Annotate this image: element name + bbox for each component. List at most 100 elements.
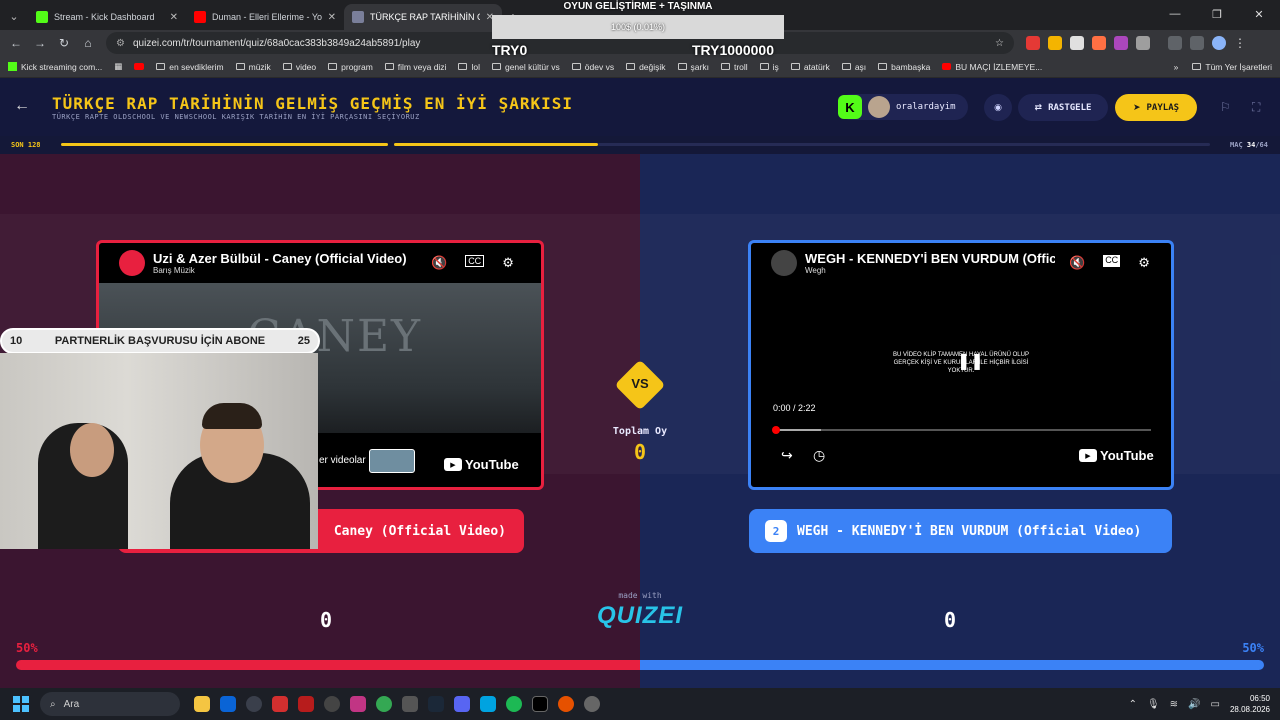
tab-quizei[interactable]: TÜRKÇE RAP TARİHİNİN GELMİ ✕	[344, 4, 502, 30]
x-icon[interactable]	[532, 696, 548, 712]
quizei-logo[interactable]: QUIZEI	[596, 602, 684, 630]
menu-kebab-icon[interactable]: ⋮	[1234, 36, 1248, 50]
vote-right-button[interactable]: 2 WEGH - KENNEDY'İ BEN VURDUM (Official V…	[749, 509, 1172, 553]
seek-handle[interactable]	[772, 426, 780, 434]
bookmark-folder[interactable]: film veya dizi	[384, 62, 446, 72]
bookmark-folder[interactable]: aşı	[841, 62, 866, 72]
discord-icon[interactable]	[454, 696, 470, 712]
bookmark-folder[interactable]: değişik	[626, 62, 666, 72]
home-icon[interactable]: ⌂	[76, 31, 100, 55]
bookmark-folder[interactable]: en sevdiklerim	[156, 62, 224, 72]
more-videos-label[interactable]: er videolar	[319, 455, 366, 466]
tab-youtube-duman[interactable]: Duman - Elleri Ellerime - YouTu ✕	[186, 4, 344, 30]
video-thumbnail[interactable]	[369, 449, 415, 473]
file-explorer-icon[interactable]	[194, 696, 210, 712]
back-arrow-icon[interactable]: ←	[14, 97, 30, 115]
tab-kick-dashboard[interactable]: Stream - Kick Dashboard ✕	[28, 4, 186, 30]
spotify-icon[interactable]	[506, 696, 522, 712]
bookmark-folder[interactable]: bambaşka	[878, 62, 930, 72]
app-icon[interactable]	[402, 696, 418, 712]
bookmark-folder[interactable]: genel kültür vs	[491, 62, 560, 72]
channel-name[interactable]: Barış Müzik	[153, 266, 423, 275]
bookmark-star-icon[interactable]: ☆	[995, 38, 1004, 49]
site-info-icon[interactable]: ⚙	[116, 38, 125, 49]
all-bookmarks[interactable]: Tüm Yer İşaretleri	[1192, 62, 1272, 72]
download-icon[interactable]	[1190, 36, 1204, 50]
extension-icon[interactable]	[1092, 36, 1106, 50]
bookmark-folder[interactable]: müzik	[235, 62, 271, 72]
mail-icon[interactable]	[220, 696, 236, 712]
extension-icon[interactable]	[1114, 36, 1128, 50]
captions-icon[interactable]: CC	[1103, 255, 1121, 267]
bookmark-youtube-mac[interactable]: BU MAÇI İZLEMEYE...	[942, 62, 1042, 72]
reload-icon[interactable]: ↻	[52, 31, 76, 55]
bookmark-folder[interactable]: lol	[458, 62, 480, 72]
apps-grid-icon[interactable]: ▦	[114, 61, 122, 72]
tray-chevron-icon[interactable]: ⌃	[1129, 699, 1137, 710]
fullscreen-icon[interactable]: ⛶	[1252, 100, 1260, 115]
back-arrow-icon[interactable]: ←	[4, 31, 28, 55]
flag-icon[interactable]: ⚐	[1220, 100, 1231, 114]
video-title[interactable]: WEGH - KENNEDY'İ BEN VURDUM (Offici	[805, 251, 1055, 266]
volume-icon[interactable]: 🔊	[1188, 699, 1200, 710]
bookmark-folder[interactable]: atatürk	[790, 62, 830, 72]
app-icon[interactable]	[558, 696, 574, 712]
app-icon[interactable]	[584, 696, 600, 712]
speedometer-icon[interactable]	[246, 696, 262, 712]
close-tab-icon[interactable]: ✕	[328, 12, 336, 23]
channel-logo[interactable]	[119, 250, 145, 276]
bookmark-folder[interactable]: iş	[759, 62, 779, 72]
wifi-icon[interactable]: ≋	[1170, 699, 1178, 710]
bookmark-folder[interactable]: troll	[720, 62, 748, 72]
chatgpt-icon[interactable]	[324, 696, 340, 712]
captions-icon[interactable]: CC	[465, 255, 485, 267]
maximize-icon[interactable]: ❐	[1196, 0, 1238, 28]
mute-icon[interactable]: 🔇	[1069, 255, 1085, 271]
youtube-bookmark-icon[interactable]	[134, 63, 145, 70]
extension-icon[interactable]	[1048, 36, 1062, 50]
watch-later-clock-icon[interactable]: ◷	[813, 447, 825, 464]
bookmark-kick[interactable]: Kick streaming com...	[8, 62, 102, 72]
close-window-icon[interactable]: ✕	[1238, 0, 1280, 28]
youtube-logo[interactable]: ▶ YouTube	[444, 457, 519, 472]
netflix-icon[interactable]	[298, 696, 314, 712]
mute-icon[interactable]: 🔇	[431, 255, 447, 271]
share-button[interactable]: ➤ PAYLAŞ	[1115, 94, 1197, 121]
settings-gear-icon[interactable]: ⚙	[502, 255, 514, 271]
forward-arrow-icon[interactable]: →	[28, 31, 52, 55]
channel-name[interactable]: Wegh	[805, 266, 1055, 275]
bookmark-folder[interactable]: şarkı	[677, 62, 709, 72]
capcut-icon[interactable]	[272, 696, 288, 712]
minimize-icon[interactable]: —	[1154, 0, 1196, 28]
right-video-player[interactable]: WEGH - KENNEDY'İ BEN VURDUM (Offici Wegh…	[748, 240, 1174, 490]
extensions-puzzle-icon[interactable]	[1136, 36, 1150, 50]
video-seekbar[interactable]	[775, 429, 1151, 431]
user-chip[interactable]: K oralardayim	[838, 94, 968, 120]
clock[interactable]: 06:50 28.08.2026	[1230, 693, 1270, 715]
profile-avatar[interactable]	[1212, 36, 1226, 50]
app-icon[interactable]	[480, 696, 496, 712]
more-bookmarks-icon[interactable]: »	[1174, 62, 1179, 72]
extension-icon[interactable]	[1070, 36, 1084, 50]
view-button[interactable]: ◉	[984, 94, 1012, 121]
bookmark-folder[interactable]: ödev vs	[571, 62, 614, 72]
random-button[interactable]: ⇄ RASTGELE	[1018, 94, 1108, 121]
windows-start-icon[interactable]	[10, 693, 32, 715]
microphone-icon[interactable]: 🎙	[1147, 699, 1160, 710]
battery-icon[interactable]: ▭	[1211, 699, 1220, 710]
extension-icon[interactable]	[1026, 36, 1040, 50]
instagram-icon[interactable]	[350, 696, 366, 712]
tab-search-icon[interactable]: ⌄	[0, 2, 28, 30]
pause-icon[interactable]: ❚❚	[957, 351, 984, 371]
bookmark-folder[interactable]: video	[282, 62, 316, 72]
close-tab-icon[interactable]: ✕	[170, 12, 178, 23]
share-arrow-icon[interactable]: ↪	[781, 447, 793, 464]
steam-icon[interactable]	[428, 696, 444, 712]
settings-gear-icon[interactable]: ⚙	[1138, 255, 1150, 271]
taskbar-search[interactable]: ⌕ Ara	[40, 692, 180, 716]
tab-list-icon[interactable]	[1168, 36, 1182, 50]
video-title[interactable]: Uzi & Azer Bülbül - Caney (Official Vide…	[153, 251, 423, 266]
youtube-logo[interactable]: ▶ YouTube	[1079, 448, 1154, 463]
channel-logo[interactable]	[771, 250, 797, 276]
chrome-icon[interactable]	[376, 696, 392, 712]
